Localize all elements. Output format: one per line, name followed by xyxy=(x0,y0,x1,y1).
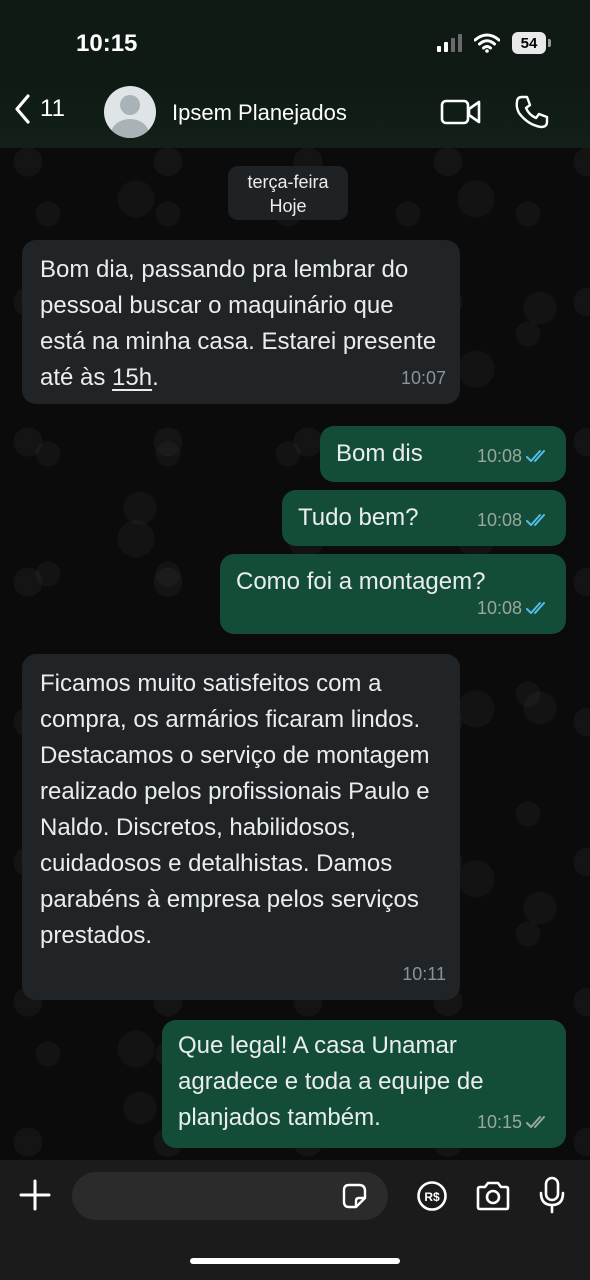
delivered-ticks-icon xyxy=(526,1116,545,1128)
message-meta: 10:08 xyxy=(477,502,552,538)
message-time: 10:15 xyxy=(476,1112,522,1132)
message-incoming[interactable]: Ficamos muito satisfeitos com a compra, … xyxy=(22,654,460,1000)
status-icons: 54 xyxy=(437,32,551,54)
message-text-end: . xyxy=(152,364,159,391)
plus-icon[interactable] xyxy=(18,1178,52,1212)
read-ticks-icon xyxy=(526,514,545,526)
date-chip: terça-feira Hoje xyxy=(228,166,348,220)
contact-name[interactable]: Ipsem Planejados xyxy=(172,100,347,126)
sticker-icon[interactable] xyxy=(340,1182,368,1210)
message-text: Como foi a montagem? xyxy=(236,568,486,595)
battery-indicator: 54 xyxy=(512,32,551,54)
message-time-link[interactable]: 15h xyxy=(112,364,152,391)
read-ticks-icon xyxy=(526,602,545,614)
message-outgoing[interactable]: Que legal! A casa Unamar agradece e toda… xyxy=(162,1020,566,1148)
input-bar: R$ xyxy=(0,1160,590,1280)
chat-header: 11 Ipsem Planejados xyxy=(0,84,590,148)
message-text: Bom dia, passando pra lembrar do pessoal… xyxy=(40,256,437,391)
chat-area[interactable]: terça-feira Hoje Bom dia, passando pra l… xyxy=(0,148,590,1160)
svg-text:R$: R$ xyxy=(424,1190,440,1204)
back-button[interactable]: 11 xyxy=(14,94,65,124)
message-outgoing[interactable]: Tudo bem? 10:08 xyxy=(282,490,566,546)
date-label: Hoje xyxy=(269,196,307,216)
date-day: terça-feira xyxy=(247,172,329,192)
read-ticks-icon xyxy=(526,450,545,462)
message-meta: 10:08 xyxy=(477,590,552,626)
pix-payment-icon[interactable]: R$ xyxy=(416,1180,448,1212)
message-incoming[interactable]: Bom dia, passando pra lembrar do pessoal… xyxy=(22,240,460,404)
message-time: 10:07 xyxy=(400,368,446,388)
video-call-icon[interactable] xyxy=(440,98,482,126)
camera-icon[interactable] xyxy=(474,1180,512,1212)
message-meta: 10:15 xyxy=(477,1104,552,1140)
message-outgoing[interactable]: Bom dis 10:08 xyxy=(320,426,566,482)
signal-icon xyxy=(437,34,462,52)
message-time: 10:08 xyxy=(476,446,522,466)
message-outgoing[interactable]: Como foi a montagem? 10:08 xyxy=(220,554,566,634)
mic-icon[interactable] xyxy=(538,1176,566,1214)
message-time: 10:11 xyxy=(402,964,446,984)
message-meta: 10:08 xyxy=(477,438,552,474)
message-meta: 10:11 xyxy=(402,956,446,992)
message-meta: 10:07 xyxy=(401,360,446,396)
home-indicator xyxy=(190,1258,400,1264)
message-text: Tudo bem? xyxy=(298,504,419,531)
message-time: 10:08 xyxy=(476,598,522,618)
phone-icon[interactable] xyxy=(514,94,550,130)
message-time: 10:08 xyxy=(476,510,522,530)
message-text: Bom dis xyxy=(336,440,423,467)
unread-count: 11 xyxy=(40,95,65,122)
status-bar: 10:15 54 xyxy=(0,0,590,84)
message-text: Ficamos muito satisfeitos com a compra, … xyxy=(40,670,430,949)
wifi-icon xyxy=(474,33,500,53)
avatar[interactable] xyxy=(104,86,156,138)
message-text: Que legal! A casa Unamar agradece e toda… xyxy=(178,1032,484,1131)
status-time: 10:15 xyxy=(76,30,138,57)
back-chevron-icon xyxy=(15,94,30,124)
